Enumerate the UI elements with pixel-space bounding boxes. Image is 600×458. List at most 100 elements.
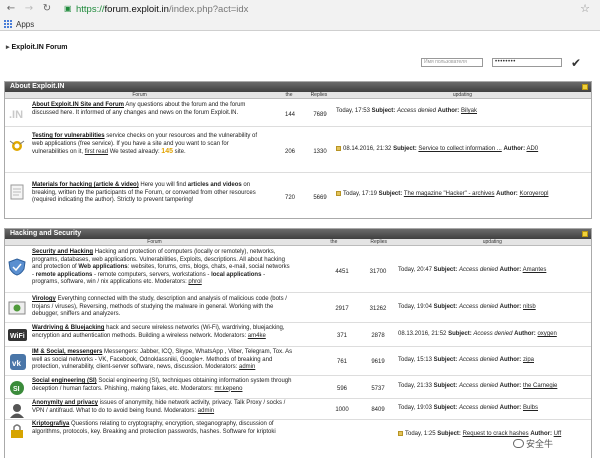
author-link[interactable]: Amantes — [523, 267, 547, 273]
forum-link[interactable]: Testing for vulnerabilities — [32, 133, 105, 139]
subject-link[interactable]: Service to collect information ... — [418, 146, 501, 152]
url-path: /index.php?act=idx — [168, 3, 249, 15]
topics-count: 1000 — [335, 407, 349, 413]
column-header: Forum the Replies updating — [5, 92, 591, 99]
url-field[interactable]: https://forum.exploit.in/index.php?act=i… — [76, 4, 248, 15]
moderator-link[interactable]: admin — [198, 408, 214, 414]
anonymity-icon — [10, 404, 24, 418]
collapse-icon[interactable] — [582, 84, 588, 90]
forum-link[interactable]: Virology — [32, 296, 56, 302]
author-link[interactable]: zipa — [523, 357, 534, 363]
forum-description: About Exploit.IN Site and Forum Any ques… — [32, 102, 246, 116]
forum-link[interactable]: Kriptografiya — [32, 421, 69, 427]
forum-row: WiFi Wardriving & Bluejacking hack and s… — [5, 323, 591, 347]
apps-bookmark[interactable]: Apps — [16, 20, 34, 29]
section-title: Hacking and Security — [10, 230, 82, 237]
last-update: Today, 19:04 Subject: Access denied Auth… — [398, 304, 536, 310]
forum-description: Social engineering (SI) Social engineeri… — [32, 378, 292, 392]
author-link[interactable]: the Carnegie — [523, 383, 557, 389]
password-input[interactable]: •••••••• — [492, 58, 562, 67]
author-link[interactable]: Bilyak — [461, 108, 477, 114]
bookmarks-bar: Apps — [0, 18, 600, 31]
last-update: 08.13.2016, 21:52 Subject: Access denied… — [398, 331, 557, 337]
topics-count: 2917 — [335, 306, 349, 312]
forum-link[interactable]: IM & Social, messengers — [32, 349, 102, 355]
lock-icon[interactable]: ▣ — [64, 5, 72, 13]
wifi-icon: WiFi — [8, 329, 27, 341]
username-input[interactable]: Имя пользователя — [421, 58, 483, 67]
forward-icon[interactable]: → — [22, 2, 36, 16]
forum-link[interactable]: Materials for hacking (article & video) — [32, 182, 139, 188]
col-topics: the — [330, 239, 338, 245]
checkmark-icon[interactable]: ✔ — [571, 56, 581, 70]
folder-icon — [398, 431, 403, 436]
first-read-link[interactable]: first read — [85, 149, 108, 155]
author-link[interactable]: oxygen — [537, 331, 556, 337]
forum-description: Security and Hacking Hacking and protect… — [32, 249, 290, 286]
section-title: About Exploit.IN — [10, 83, 65, 90]
folder-icon — [336, 191, 341, 196]
forum-row: Materials for hacking (article & video) … — [5, 173, 591, 217]
forum-description: Testing for vulnerabilities service chec… — [32, 133, 257, 156]
last-update: Today, 15:13 Subject: Access denied Auth… — [398, 357, 534, 363]
svg-text:.IN: .IN — [9, 109, 23, 121]
author-link[interactable]: Bulbs — [523, 405, 538, 411]
star-icon[interactable]: ☆ — [580, 2, 590, 15]
last-update: 08.14.2016, 21:32 Subject: Service to co… — [336, 146, 538, 152]
author-link[interactable]: AD0 — [526, 146, 538, 152]
forum-link[interactable]: Security and Hacking — [32, 249, 93, 255]
replies-count: 31262 — [369, 306, 387, 312]
replies-count: 5737 — [371, 386, 385, 392]
page-title-text: Exploit.IN Forum — [11, 44, 68, 51]
topics-count: 144 — [284, 112, 295, 118]
author-link[interactable]: Koroyeropl — [519, 191, 548, 197]
topics-count: 596 — [336, 386, 347, 392]
forum-row: vk IM & Social, messengers Messengers: J… — [5, 347, 591, 376]
section-hacking: Hacking and Security Forum the Replies u… — [4, 228, 592, 458]
browser-chrome: ← → ↻ ▣ https://forum.exploit.in/index.p… — [0, 0, 600, 31]
forum-link[interactable]: Wardriving & Bluejacking — [32, 325, 104, 331]
section-header: About Exploit.IN — [5, 82, 591, 92]
moderator-link[interactable]: phrol — [188, 279, 201, 285]
topics-count: 761 — [336, 359, 347, 365]
col-replies: Replies — [370, 239, 388, 245]
moderator-link[interactable]: am4ke — [248, 333, 266, 339]
forum-description: Wardriving & Bluejacking hack and secure… — [32, 325, 285, 339]
page-title[interactable]: ▸ Exploit.IN Forum — [6, 43, 68, 51]
social-engineering-icon: SI — [10, 381, 24, 395]
apps-icon[interactable] — [4, 20, 13, 29]
address-bar: ← → ↻ ▣ https://forum.exploit.in/index.p… — [0, 0, 600, 18]
crypto-icon — [11, 424, 23, 438]
back-icon[interactable]: ← — [4, 2, 18, 16]
subject-link[interactable]: The magazine "Hacker" - archives — [404, 191, 495, 197]
collapse-icon[interactable] — [582, 231, 588, 237]
reload-icon[interactable]: ↻ — [40, 2, 54, 16]
author-link[interactable]: nitsb — [523, 304, 536, 310]
url-scheme: https:// — [76, 3, 105, 15]
last-update: Today, 17:19 Subject: The magazine "Hack… — [336, 191, 549, 197]
forum-row: Virology Everything connected with the s… — [5, 293, 591, 323]
forum-description: IM & Social, messengers Messengers: Jabb… — [32, 349, 293, 371]
svg-text:vk: vk — [12, 359, 21, 368]
virus-icon — [8, 301, 26, 315]
col-forum: Forum — [147, 239, 162, 245]
forum-description: Virology Everything connected with the s… — [32, 296, 287, 318]
col-topics: the — [285, 92, 293, 98]
last-update: Today, 19:03 Subject: Access denied Auth… — [398, 405, 538, 411]
forum-link[interactable]: Social engineering (SI) — [32, 378, 97, 384]
forum-row: Kriptografiya Questions relating to cryp… — [5, 420, 591, 440]
forum-link[interactable]: Anonymity and privacy — [32, 400, 98, 406]
topics-count: 720 — [284, 195, 295, 201]
author-link[interactable]: Uff — [554, 431, 562, 437]
bug-icon — [9, 140, 25, 151]
replies-count: 5669 — [313, 195, 327, 201]
last-update: Today, 17:53 Subject: Access denied Auth… — [336, 108, 477, 114]
topics-count: 206 — [284, 149, 295, 155]
moderator-link[interactable]: admin — [239, 364, 255, 370]
forum-link[interactable]: About Exploit.IN Site and Forum — [32, 102, 124, 108]
col-updating: updating — [482, 239, 502, 245]
vk-icon: vk — [10, 354, 26, 370]
page-content: ▸ Exploit.IN Forum Имя пользователя •••••… — [0, 31, 600, 458]
moderator-link[interactable]: mr.kepeno — [214, 386, 242, 392]
column-header: Forum the Replies updating — [5, 239, 591, 246]
